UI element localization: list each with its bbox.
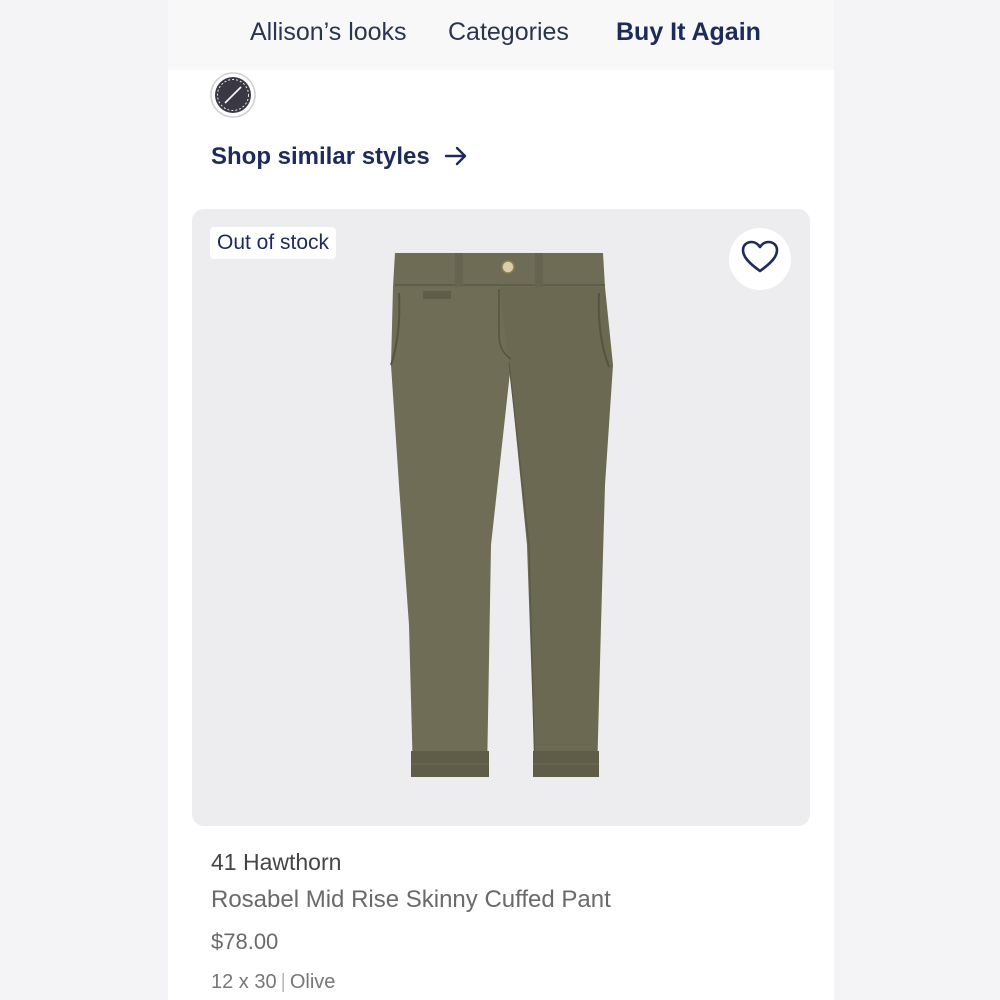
product-size-color: 12 x 30 | Olive	[211, 971, 335, 994]
product-price: $78.00	[211, 929, 279, 954]
out-of-stock-badge: Out of stock	[210, 227, 337, 259]
tab-buy-it-again[interactable]: Buy It Again	[616, 18, 761, 47]
product-size: 12 x 30	[211, 971, 277, 993]
shop-similar-label: Shop similar styles	[211, 143, 430, 170]
backdrop-right	[834, 0, 1000, 1000]
product-brand[interactable]: 41 Hawthorn	[211, 849, 341, 876]
backdrop-left	[0, 0, 168, 1000]
tab-allisons-looks[interactable]: Allison’s looks	[250, 18, 407, 47]
product-name[interactable]: Rosabel Mid Rise Skinny Cuffed Pant	[211, 886, 611, 914]
meta-separator: |	[280, 971, 286, 993]
color-swatch-icon[interactable]	[210, 72, 256, 118]
shop-similar-styles-link[interactable]: Shop similar styles	[211, 143, 468, 174]
product-card[interactable]: Out of stock	[192, 209, 810, 826]
product-color: Olive	[289, 971, 336, 993]
heart-outline-icon	[740, 239, 780, 280]
olive-pants-image	[387, 245, 617, 790]
arrow-right-icon	[444, 145, 468, 174]
favorite-button[interactable]	[729, 228, 791, 290]
product-panel: Allison’s looks Categories Buy It Again …	[168, 0, 834, 1000]
tab-categories[interactable]: Categories	[448, 18, 569, 47]
top-navigation: Allison’s looks Categories Buy It Again	[168, 0, 834, 70]
